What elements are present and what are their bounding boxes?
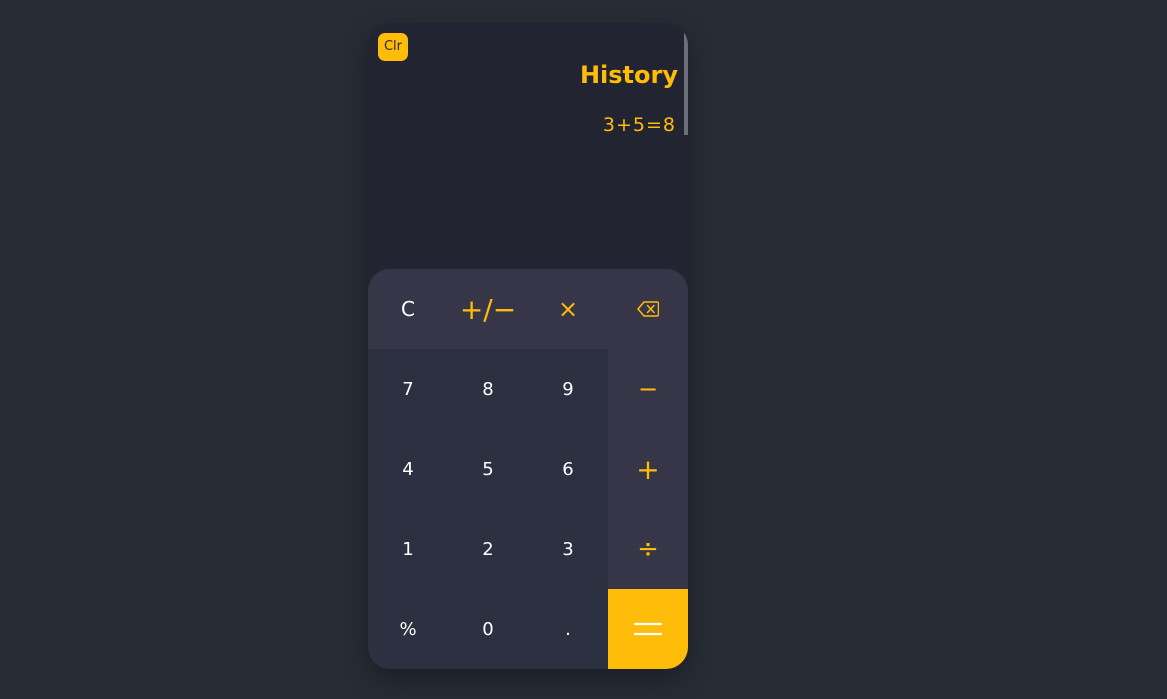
multiply-button[interactable]: ×: [528, 269, 608, 349]
digit-3-button[interactable]: 3: [528, 509, 608, 589]
keypad: C +/− × 7 8 9 − 4 5 6 + 1 2 3 ÷ % 0 .: [368, 269, 688, 669]
backspace-icon: [637, 301, 659, 317]
clear-button[interactable]: C: [368, 269, 448, 349]
plus-button[interactable]: +: [608, 429, 688, 509]
equals-icon: [634, 622, 662, 636]
clear-history-button[interactable]: Clr: [378, 33, 408, 61]
digit-4-button[interactable]: 4: [368, 429, 448, 509]
digit-6-button[interactable]: 6: [528, 429, 608, 509]
percent-button[interactable]: %: [368, 589, 448, 669]
equals-button[interactable]: [608, 589, 688, 669]
digit-8-button[interactable]: 8: [448, 349, 528, 429]
digit-5-button[interactable]: 5: [448, 429, 528, 509]
digit-9-button[interactable]: 9: [528, 349, 608, 429]
decimal-button[interactable]: .: [528, 589, 608, 669]
digit-7-button[interactable]: 7: [368, 349, 448, 429]
history-title: History: [579, 61, 678, 89]
sign-toggle-button[interactable]: +/−: [448, 269, 528, 349]
digit-1-button[interactable]: 1: [368, 509, 448, 589]
digit-0-button[interactable]: 0: [448, 589, 528, 669]
calculator: Clr History 3+5=8 C +/− × 7 8 9 − 4 5 6 …: [368, 23, 688, 669]
divide-button[interactable]: ÷: [608, 509, 688, 589]
history-scrollbar[interactable]: [684, 23, 688, 135]
minus-button[interactable]: −: [608, 349, 688, 429]
digit-2-button[interactable]: 2: [448, 509, 528, 589]
backspace-button[interactable]: [608, 269, 688, 349]
history-panel: Clr History 3+5=8: [368, 23, 688, 283]
history-entry[interactable]: 3+5=8: [603, 114, 676, 136]
